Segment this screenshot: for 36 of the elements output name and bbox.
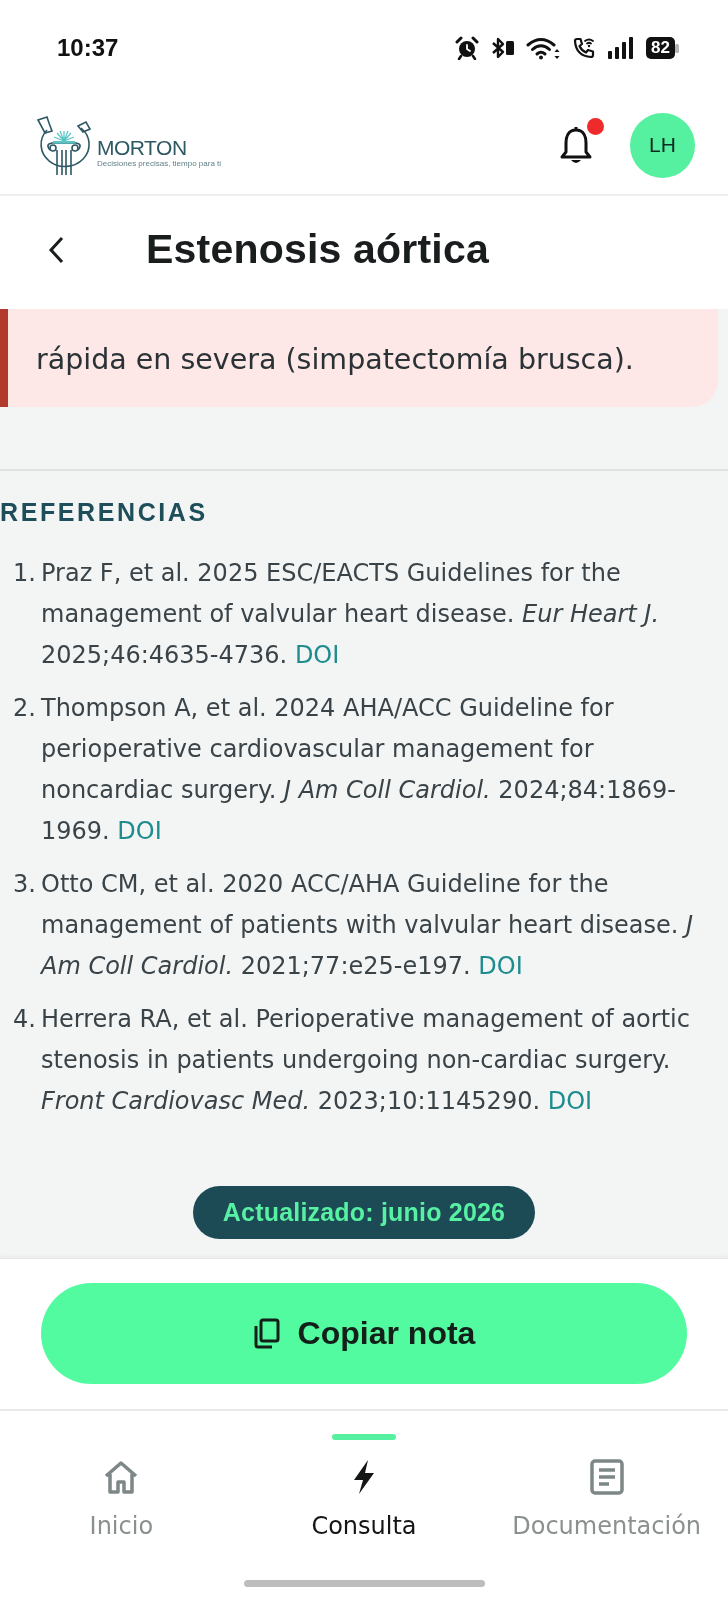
doi-link[interactable]: DOI — [294, 641, 340, 669]
reference-text: Praz F, et al. 2025 ESC/EACTS Guidelines for the management of valvular heart disease. Eur Heart J. 2025;46:4635-4736. DOI — [41, 558, 661, 671]
battery-tip-icon — [675, 43, 679, 53]
signal-bars-icon — [607, 36, 636, 60]
user-avatar[interactable]: LH — [630, 112, 695, 178]
list-number: 3. — [12, 869, 37, 900]
updated-badge: Actualizado: junio 2026 — [192, 1186, 536, 1239]
document-icon — [588, 1459, 625, 1495]
section-heading: REFERENCIAS — [0, 497, 209, 527]
notification-bell-icon[interactable] — [558, 124, 594, 166]
logo-tagline: Decisiones precisas, tiempo para ti — [97, 159, 222, 169]
copy-icon — [252, 1318, 280, 1349]
list-number: 1. — [12, 558, 37, 589]
alarm-clock-icon — [455, 36, 480, 60]
home-icon — [103, 1459, 140, 1495]
doi-link[interactable]: DOI — [547, 1087, 593, 1115]
battery-indicator: 82 — [646, 37, 679, 59]
back-chevron-icon — [48, 235, 64, 264]
list-number: 2. — [12, 693, 37, 724]
doi-link[interactable]: DOI — [478, 952, 523, 980]
reference-text: Otto CM, et al. 2020 ACC/AHA Guideline for the management of patients with valvular heart disease. J Am Coll Cardiol. 2021;77:e25-e197. DOI — [41, 869, 695, 982]
reference-text: Thompson A, et al. 2024 AHA/ACC Guideline for perioperative cardiovascular management for noncardiac surgery. J Am Coll Cardiol. 2024;84:1869-1969. DOI — [41, 693, 677, 847]
page-title: Estenosis aórtica — [146, 226, 489, 273]
nav-tab[interactable]: Consulta — [311, 1434, 417, 1541]
copy-note-button[interactable]: Copiar nota — [41, 1283, 687, 1384]
bluetooth-icon — [490, 36, 516, 60]
logo-wordmark: MORTON — [97, 137, 188, 159]
clock-time: 10:37 — [57, 34, 119, 62]
doi-link[interactable]: DOI — [117, 817, 162, 845]
list-number: 4. — [12, 1004, 37, 1035]
phone-wifi-icon — [572, 36, 597, 60]
nav-tab[interactable]: Documentación — [512, 1434, 702, 1541]
reference-text: Herrera RA, et al. Perioperative management of aortic stenosis in patients undergoing non-cardiac surgery. Front Cardiovasc Med. 2023;10:1145290. DOI — [41, 1004, 691, 1117]
wifi-icon — [526, 36, 562, 60]
nav-tab[interactable]: Inicio — [89, 1434, 154, 1541]
alert-text: rápida en severa (simpatectomía brusca). — [36, 342, 634, 376]
